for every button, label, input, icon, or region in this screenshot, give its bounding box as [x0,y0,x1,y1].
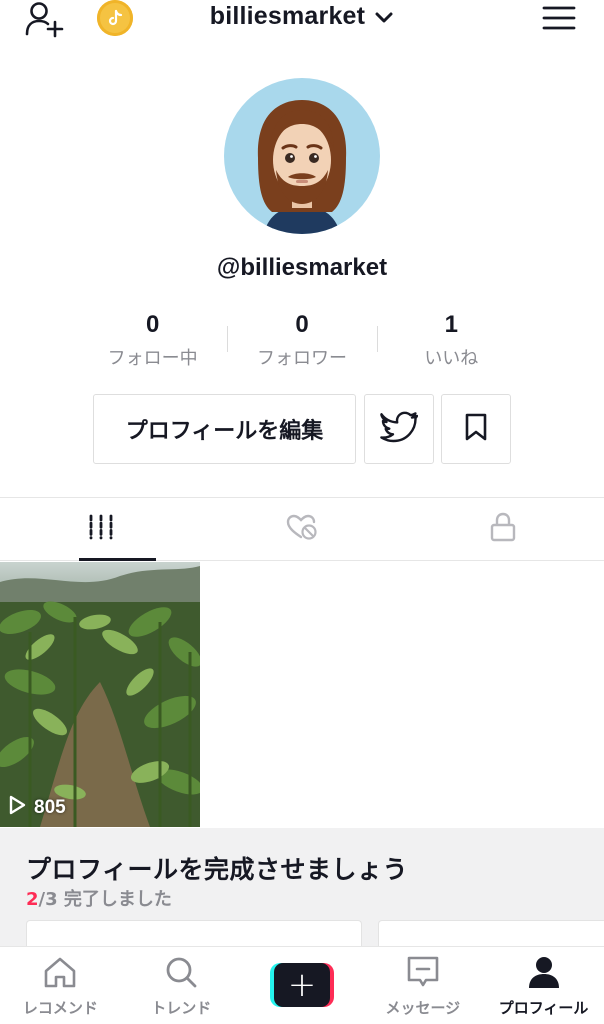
avatar[interactable] [224,78,380,234]
menu-icon[interactable] [541,4,577,32]
video-thumbnail[interactable]: 805 [0,562,200,827]
stat-likes[interactable]: 1 いいね [376,311,526,369]
lock-icon [489,511,517,547]
edit-profile-button[interactable]: プロフィールを編集 [93,394,356,464]
stat-label: フォロー中 [107,348,198,369]
nav-label: メッセージ [385,999,461,1017]
nav-create[interactable]: + [242,947,363,1024]
create-icon: + [269,963,334,1007]
stat-value: 0 [295,311,309,338]
bookmark-icon [463,412,489,446]
bottom-navigation: レコメンド トレンド + メッセージ プロフィール [0,946,604,1024]
profile-stats: 0 フォロー中 0 フォロワー 1 いいね [78,311,526,370]
stat-label: いいね [424,348,479,369]
view-count-value: 805 [34,797,66,818]
profile-handle: @billiesmarket [216,254,388,281]
nav-label: プロフィール [498,999,589,1017]
stat-value: 1 [444,311,458,338]
stat-followers[interactable]: 0 フォロワー [227,311,376,369]
complete-profile-panel: プロフィールを完成させましょう 2/3 完了しました [0,828,604,960]
twitter-icon [380,411,419,447]
tab-private[interactable] [403,498,604,560]
profile-icon [526,955,562,993]
thumbnail-image [0,562,200,827]
play-icon [8,795,26,821]
view-count: 805 [8,795,66,821]
profile-tabs [0,497,604,561]
videos-grid-icon [87,513,115,545]
stat-label: フォロワー [256,348,347,369]
tab-liked[interactable] [201,498,402,560]
stat-value: 0 [145,311,160,338]
profile-username[interactable]: billiesmarket [210,2,365,30]
nav-label: トレンド [151,999,212,1017]
nav-profile[interactable]: プロフィール [483,947,604,1024]
create-plus: + [273,963,330,1007]
nav-label: レコメンド [22,999,98,1017]
progress-total: /3 [38,889,58,910]
nav-trend[interactable]: トレンド [121,947,242,1024]
favorites-button[interactable] [441,394,511,464]
search-icon [163,955,199,993]
message-icon [405,955,441,993]
complete-profile-progress: 2/3 完了しました [26,885,172,911]
stat-following[interactable]: 0 フォロー中 [78,311,227,370]
liked-hidden-icon [285,513,319,545]
twitter-button[interactable] [364,394,434,464]
account-switcher[interactable]: billiesmarket [0,2,604,31]
progress-done: 2 [26,889,39,910]
home-icon [42,955,78,993]
progress-text: 完了しました [57,889,172,910]
chevron-down-icon[interactable] [374,10,394,29]
tab-videos[interactable] [0,498,201,561]
nav-messages[interactable]: メッセージ [362,947,483,1024]
nav-home[interactable]: レコメンド [0,947,121,1024]
complete-profile-title: プロフィールを完成させましょう [26,855,409,884]
top-bar: billiesmarket [0,0,604,40]
